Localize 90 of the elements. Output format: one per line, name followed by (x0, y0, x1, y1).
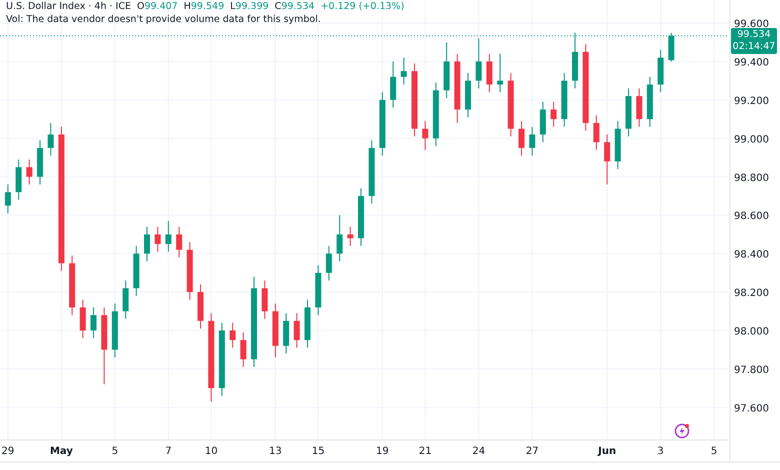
candlestick (550, 101, 557, 128)
candlestick (646, 76, 653, 128)
candlestick (432, 82, 439, 147)
candlestick (198, 284, 204, 330)
candlestick (336, 214, 343, 262)
time-axis-label: Jun (598, 446, 616, 457)
candlestick (400, 57, 407, 86)
ohlc-value: C99.534 (274, 1, 315, 12)
candlestick (390, 60, 396, 108)
candlestick (230, 322, 236, 348)
price-axis-label: 98.800 (734, 172, 769, 184)
candlestick (379, 92, 386, 156)
candlestick (144, 226, 150, 262)
candlestick (572, 32, 578, 89)
candlestick (444, 42, 450, 98)
price-axis-label: 97.600 (734, 403, 769, 414)
time-axis-label: 7 (165, 446, 172, 457)
price-axis-label: 98.400 (734, 250, 769, 261)
price-axis-label: 98.000 (734, 326, 769, 338)
candlestick (368, 140, 375, 204)
candlestick (80, 299, 86, 339)
candlestick (636, 88, 642, 128)
candlestick (315, 264, 322, 316)
candlestick (422, 120, 428, 150)
candlestick (165, 220, 172, 252)
candlestick (112, 303, 118, 358)
candlestick (486, 53, 492, 93)
time-axis-label: 24 (472, 446, 486, 457)
candlestick (347, 226, 354, 246)
candlestick (186, 242, 193, 300)
candlestick (4, 184, 11, 214)
price-axis-label: 98.200 (734, 288, 769, 300)
candlestick (529, 126, 536, 156)
candlestick (508, 72, 514, 137)
price-change: +0.129 (+0.13%) (320, 1, 404, 12)
candlestick (476, 38, 482, 89)
candlestick (614, 120, 621, 170)
candlestick (283, 312, 290, 354)
candlestick (122, 280, 129, 320)
candlestick (358, 188, 364, 246)
candlestick (668, 32, 674, 62)
candlestick (272, 303, 278, 358)
price-axis-label: 99.400 (734, 57, 769, 68)
current-price-tag: 99.534 02:14:47 (731, 28, 777, 54)
time-axis-label: 19 (376, 446, 389, 457)
time-axis-label: 27 (526, 446, 539, 457)
candlestick (90, 306, 97, 339)
candlestick (154, 226, 161, 252)
time-axis-label: May (50, 446, 73, 457)
candlestick (561, 72, 568, 128)
ohlc-value: L99.399 (230, 1, 269, 12)
price-axis-label: 99.200 (734, 96, 769, 107)
ohlc-value: O99.407 (136, 1, 178, 12)
candlestick (26, 158, 32, 185)
ohlc-value: H99.549 (184, 1, 224, 12)
candlestick (16, 158, 22, 200)
time-axis-label: 10 (204, 446, 218, 457)
candlestick (48, 122, 54, 156)
candlestick (262, 280, 268, 320)
time-axis-label: 15 (312, 446, 325, 457)
volume-note: Vol: The data vendor doesn't provide volume data for this symbol. (6, 14, 322, 25)
time-axis-label: 3 (657, 446, 664, 457)
price-axis-label: 98.600 (734, 211, 769, 222)
lightning-icon[interactable] (674, 424, 690, 438)
candlestick (240, 332, 246, 368)
candlestick (518, 120, 524, 156)
candlestick (540, 101, 546, 143)
candlestick (37, 140, 44, 185)
time-axis-label: 29 (2, 446, 14, 457)
price-axis-label: 99.000 (734, 134, 769, 146)
candlestick (69, 255, 76, 316)
time-axis-label: 5 (112, 446, 118, 457)
price-axis-label: 99.600 (734, 19, 769, 30)
candlestick (176, 226, 182, 258)
candlestick (326, 245, 332, 282)
candlestick (497, 53, 504, 93)
candlestick (626, 88, 632, 137)
candlestick (658, 49, 664, 93)
candlestick (133, 245, 140, 296)
candlestick (294, 312, 300, 348)
time-axis-label: 21 (418, 446, 432, 457)
time-axis-label: 5 (710, 446, 718, 457)
candlestick (454, 53, 460, 124)
price-axis-label: 97.800 (734, 364, 769, 376)
candlestick (465, 72, 471, 118)
candlestick (604, 134, 610, 185)
symbol-title: U.S. Dollar Index · 4h · ICE (6, 1, 131, 12)
candlestick (593, 114, 600, 150)
candlestick (304, 299, 310, 348)
time-axis-label: 13 (269, 446, 282, 457)
